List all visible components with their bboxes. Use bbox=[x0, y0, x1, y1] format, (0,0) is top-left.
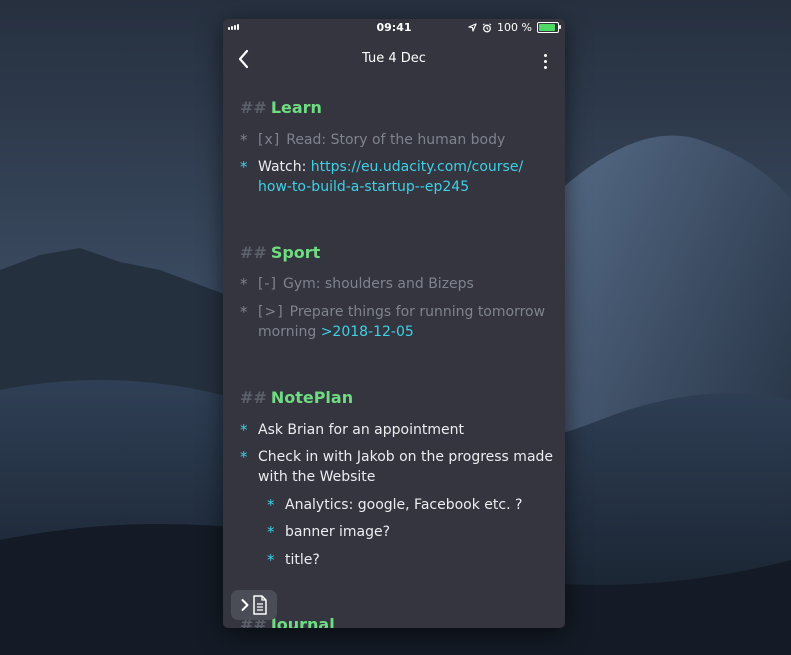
task-marker: [>] bbox=[258, 304, 284, 320]
url-link[interactable]: how-to-build-a-startup--ep245 bbox=[258, 179, 469, 195]
heading-sport: ## Sport bbox=[240, 243, 321, 262]
heading-hash: ## bbox=[240, 98, 267, 117]
note-editor[interactable]: ## Learn * [x] Read: Story of the human bo… bbox=[223, 19, 565, 628]
heading-hash: ## bbox=[240, 388, 267, 407]
heading-noteplan: ## NotePlan bbox=[240, 388, 354, 407]
app-window: 09:41 100 % Tue 4 Dec ## Learn * [x] Read:… bbox=[223, 19, 565, 628]
heading-learn: ## Learn bbox=[240, 98, 322, 117]
task-marker: [-] bbox=[258, 276, 277, 292]
date-link[interactable]: >2018-12-05 bbox=[321, 324, 414, 340]
url-link[interactable]: https://eu.udacity.com/course/ bbox=[311, 159, 523, 175]
toggle-sidebar-button[interactable] bbox=[231, 590, 277, 620]
document-icon bbox=[253, 595, 267, 615]
heading-hash: ## bbox=[240, 243, 267, 262]
task-marker: [x] bbox=[258, 132, 281, 148]
chevron-right-icon bbox=[241, 599, 249, 611]
